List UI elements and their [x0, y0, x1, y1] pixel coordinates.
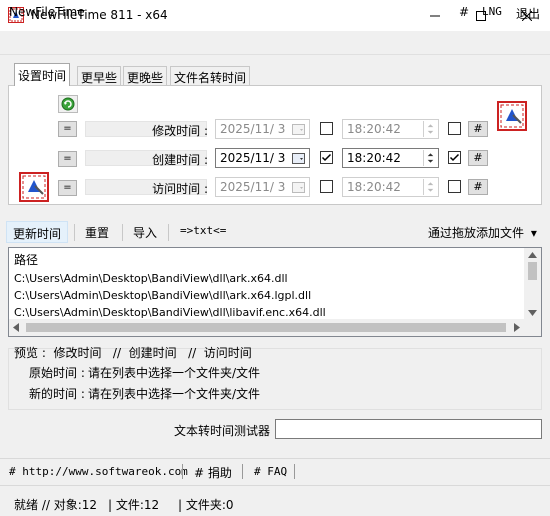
accessed-date-value: 2025/11/ 3 — [220, 180, 286, 194]
created-time-field[interactable]: 18:20:42 — [342, 148, 439, 168]
vertical-scroll-thumb[interactable] — [528, 262, 537, 280]
file-time-icon-left — [19, 172, 49, 202]
modified-time-label: 修改时间 : — [152, 124, 208, 138]
eq-button-modified[interactable]: = — [58, 121, 77, 137]
created-date-field[interactable]: 2025/11/ 3 — [215, 148, 310, 168]
status-ready: 就绪 // 对象:12 — [14, 498, 98, 512]
status-file-count: | 文件:12 — [108, 498, 160, 512]
vertical-scrollbar[interactable] — [524, 248, 541, 320]
created-date-checkbox[interactable] — [320, 151, 333, 164]
accessed-time-label: 访问时间 : — [152, 182, 208, 196]
scroll-right-icon[interactable] — [514, 323, 520, 332]
menu-exit[interactable]: 退出 — [516, 5, 540, 22]
file-time-icon-right — [497, 101, 527, 131]
horizontal-scrollbar[interactable] — [9, 319, 541, 336]
toolbar-separator — [74, 224, 75, 241]
toolbar-separator — [168, 224, 169, 241]
created-time-checkbox[interactable] — [448, 151, 461, 164]
modified-time-value: 18:20:42 — [347, 122, 401, 136]
list-header-path[interactable]: 路径 — [14, 251, 38, 268]
modified-time-field[interactable]: 18:20:42 — [342, 119, 439, 139]
calendar-icon[interactable] — [292, 181, 305, 193]
list-item[interactable]: C:\Users\Admin\Desktop\BandiView\dll\ark… — [14, 289, 311, 302]
donate-link[interactable]: # 捐助 — [194, 464, 232, 481]
update-time-button[interactable]: 更新时间 — [6, 221, 69, 243]
created-time-value: 18:20:42 — [347, 151, 401, 165]
scroll-up-icon[interactable] — [528, 252, 537, 258]
import-button[interactable]: 导入 — [127, 221, 163, 243]
modified-date-checkbox[interactable] — [320, 122, 333, 135]
accessed-date-checkbox[interactable] — [320, 180, 333, 193]
created-date-value: 2025/11/ 3 — [220, 151, 286, 165]
minimize-icon — [430, 15, 440, 16]
modified-hash-button[interactable]: # — [468, 121, 488, 137]
created-hash-button[interactable]: # — [468, 150, 488, 166]
modified-date-field[interactable]: 2025/11/ 3 — [215, 119, 310, 139]
accessed-time-value: 18:20:42 — [347, 180, 401, 194]
link-separator — [182, 464, 183, 479]
eq-button-created[interactable]: = — [58, 151, 77, 167]
spinner-icon[interactable] — [423, 150, 437, 166]
created-time-label: 创建时间 : — [152, 153, 208, 167]
dropdown-arrow-icon: ▾ — [530, 226, 537, 240]
calendar-icon[interactable] — [292, 123, 305, 135]
modified-time-checkbox[interactable] — [448, 122, 461, 135]
menu-app-name[interactable]: NewFileTime — [9, 5, 85, 19]
drag-add-files-button[interactable]: 通过拖放添加文件 ▾ — [422, 221, 543, 243]
reset-button[interactable]: 重置 — [79, 221, 115, 243]
eq-button-accessed[interactable]: = — [58, 180, 77, 196]
file-list[interactable]: 路径 C:\Users\Admin\Desktop\BandiView\dll\… — [8, 247, 542, 337]
accessed-time-field[interactable]: 18:20:42 — [342, 177, 439, 197]
original-time-label: 原始时间 : — [29, 366, 85, 380]
modified-date-value: 2025/11/ 3 — [220, 122, 286, 136]
list-item[interactable]: C:\Users\Admin\Desktop\BandiView\dll\ark… — [14, 272, 288, 285]
new-time-label: 新的时间 : — [29, 387, 85, 401]
menu-hash[interactable]: # — [459, 5, 469, 19]
minimize-button[interactable] — [412, 0, 458, 31]
tab-later[interactable]: 更晚些 — [123, 66, 168, 85]
drag-add-label: 通过拖放添加文件 — [428, 226, 525, 240]
menu-bar — [0, 31, 550, 55]
text-to-time-tester-label: 文本转时间测试器 — [174, 424, 271, 438]
accessed-date-field[interactable]: 2025/11/ 3 — [215, 177, 310, 197]
spinner-icon[interactable] — [423, 179, 437, 195]
horizontal-scroll-thumb[interactable] — [26, 323, 506, 332]
status-folder-count: | 文件夹:0 — [178, 498, 234, 512]
spinner-icon[interactable] — [423, 121, 437, 137]
tab-earlier[interactable]: 更早些 — [77, 66, 122, 85]
scroll-left-icon[interactable] — [13, 323, 19, 332]
tab-set-time[interactable]: 设置时间 — [14, 63, 71, 86]
calendar-icon[interactable] — [292, 152, 305, 164]
list-item[interactable]: C:\Users\Admin\Desktop\BandiView\dll\lib… — [14, 306, 326, 319]
website-link[interactable]: # http://www.softwareok.com — [9, 465, 188, 478]
new-time-value: 请在列表中选择一个文件夹/文件 — [88, 387, 261, 401]
preview-heading: 预览 : 修改时间 // 创建时间 // 访问时间 — [14, 346, 252, 360]
menu-language[interactable]: LNG — [482, 5, 502, 18]
tab-filename-to-time[interactable]: 文件名转时间 — [170, 66, 251, 85]
text-to-time-tester-input[interactable] — [275, 419, 542, 439]
toolbar-separator — [122, 224, 123, 241]
link-separator — [242, 464, 243, 479]
scroll-down-icon[interactable] — [528, 310, 537, 316]
faq-link[interactable]: # FAQ — [254, 465, 287, 478]
original-time-value: 请在列表中选择一个文件夹/文件 — [88, 366, 261, 380]
accessed-time-checkbox[interactable] — [448, 180, 461, 193]
refresh-icon[interactable] — [58, 95, 78, 113]
accessed-hash-button[interactable]: # — [468, 179, 488, 195]
export-txt-button[interactable]: =>txt<= — [174, 221, 232, 243]
link-separator — [294, 464, 295, 479]
